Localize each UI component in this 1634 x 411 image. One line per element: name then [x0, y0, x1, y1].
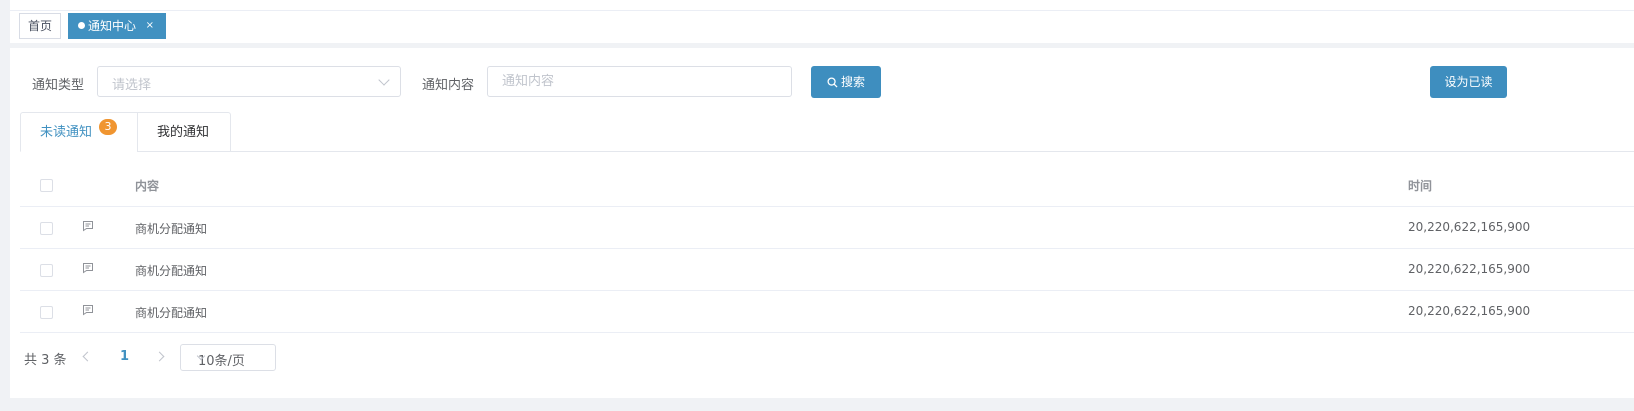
search-button-label: 搜索	[840, 75, 865, 89]
row-checkbox[interactable]	[40, 222, 53, 235]
tab-unread[interactable]: 未读通知 3	[20, 112, 138, 152]
notification-type-label: 通知类型	[32, 78, 85, 93]
total-count: 共 3 条	[24, 353, 67, 368]
row-content: 商机分配通知	[135, 222, 208, 236]
notification-content-label: 通知内容	[422, 78, 475, 93]
unread-count-badge: 3	[99, 119, 117, 135]
row-time: 20,220,622,165,900	[1408, 262, 1531, 276]
table-row[interactable]: 商机分配通知 20,220,622,165,900	[20, 291, 1634, 333]
notification-type-select[interactable]: 请选择	[97, 66, 401, 97]
tag-label: 通知中心	[88, 19, 137, 33]
row-time: 20,220,622,165,900	[1408, 220, 1531, 234]
page-size-select[interactable]: 10条/页	[180, 344, 276, 371]
tag-notification-center[interactable]: 通知中心 ×	[68, 13, 166, 39]
table-row[interactable]: 商机分配通知 20,220,622,165,900	[20, 249, 1634, 291]
message-icon	[83, 263, 93, 274]
message-icon	[83, 221, 93, 232]
main-panel: 通知类型 请选择 通知内容 搜索 设为已读 未读通知 3 我的通知 内容 时间 …	[10, 48, 1634, 398]
table-header: 内容 时间	[20, 163, 1634, 207]
table-row[interactable]: 商机分配通知 20,220,622,165,900	[20, 207, 1634, 249]
chevron-right-icon[interactable]	[154, 351, 165, 362]
row-checkbox[interactable]	[40, 264, 53, 277]
page-size-value: 10条/页	[198, 354, 245, 369]
row-time: 20,220,622,165,900	[1408, 304, 1531, 318]
top-navbar	[10, 0, 1634, 11]
notification-tabs: 未读通知 3 我的通知	[20, 112, 1634, 152]
chevron-left-icon[interactable]	[82, 351, 93, 362]
row-checkbox[interactable]	[40, 306, 53, 319]
close-icon[interactable]: ×	[146, 14, 154, 38]
column-header-time: 时间	[1408, 179, 1433, 193]
message-icon	[83, 305, 93, 316]
select-placeholder: 请选择	[112, 78, 152, 93]
tab-unread-label: 未读通知	[40, 125, 93, 140]
tab-my-notifications[interactable]: 我的通知	[137, 112, 231, 152]
search-icon	[827, 77, 838, 88]
tags-view-bar: 首页 通知中心 ×	[10, 11, 1634, 43]
chevron-down-icon	[378, 74, 390, 86]
active-dot-icon	[78, 22, 85, 29]
notification-table: 内容 时间 商机分配通知 20,220,622,165,900 商机分配通知 2…	[20, 163, 1634, 333]
select-all-checkbox[interactable]	[40, 179, 53, 192]
row-content: 商机分配通知	[135, 306, 208, 320]
tag-home[interactable]: 首页	[19, 13, 62, 39]
mark-as-read-button[interactable]: 设为已读	[1430, 66, 1507, 98]
notification-content-input[interactable]	[487, 66, 792, 97]
tab-mine-label: 我的通知	[157, 125, 210, 140]
row-content: 商机分配通知	[135, 264, 208, 278]
search-button[interactable]: 搜索	[811, 66, 881, 98]
page-number[interactable]: 1	[120, 349, 129, 364]
column-header-content: 内容	[135, 179, 160, 193]
